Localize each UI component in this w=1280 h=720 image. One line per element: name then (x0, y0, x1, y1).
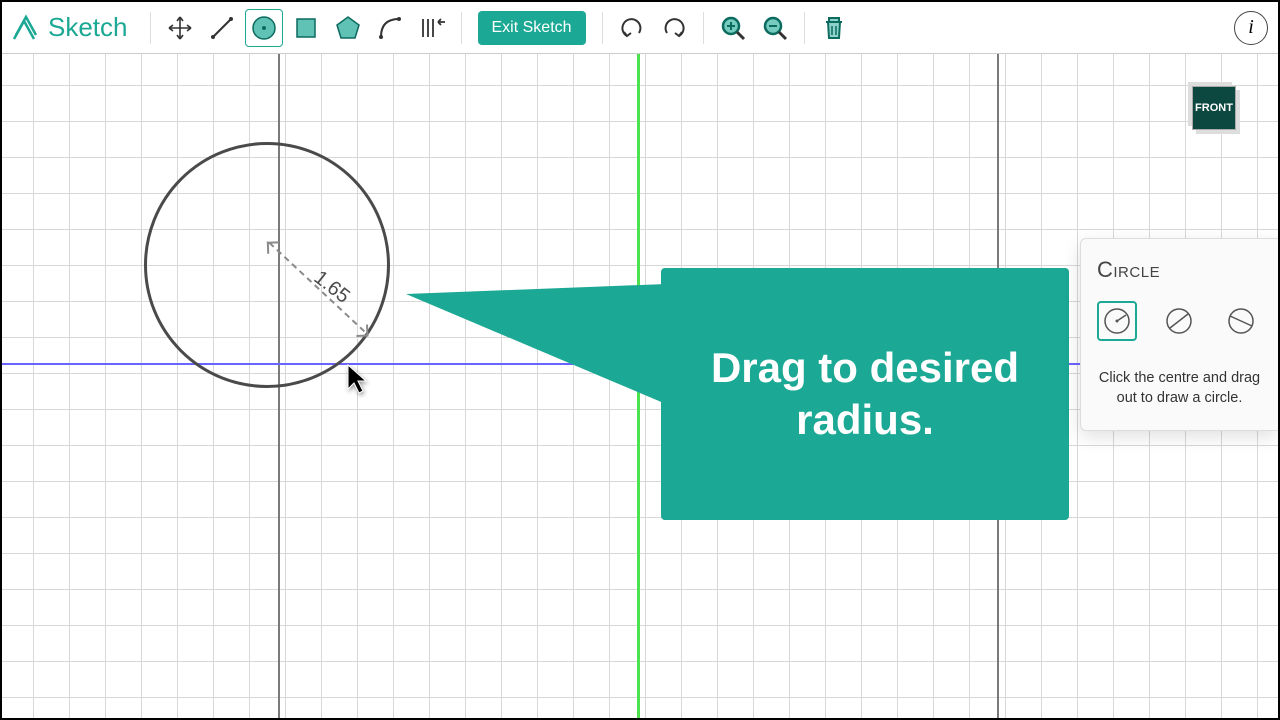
circle-2pt-icon (1164, 306, 1194, 336)
radius-value: 1.65 (309, 266, 354, 308)
sketch-canvas[interactable]: 1.65 FRONT Drag to desired radius. Circl… (2, 54, 1278, 718)
polygon-tool[interactable] (329, 9, 367, 47)
callout-text: Drag to desired radius. (685, 342, 1045, 447)
instruction-callout: Drag to desired radius. (661, 268, 1069, 520)
toolbar: Sketch (2, 2, 1278, 54)
zoom-out-icon (761, 14, 789, 42)
cursor-icon (346, 363, 372, 395)
circle-3pt-icon (1226, 306, 1256, 336)
polygon-icon (333, 13, 363, 43)
redo-icon (661, 15, 687, 41)
trash-icon (821, 15, 847, 41)
redo-button[interactable] (655, 9, 693, 47)
arc-tool[interactable] (371, 9, 409, 47)
rectangle-icon (291, 13, 321, 43)
panel-options (1097, 301, 1262, 341)
undo-button[interactable] (613, 9, 651, 47)
circle-tool[interactable] (245, 9, 283, 47)
divider (703, 12, 704, 44)
move-icon (167, 15, 193, 41)
panel-help-text: Click the centre and drag out to draw a … (1097, 369, 1262, 408)
divider (804, 12, 805, 44)
divider (150, 12, 151, 44)
divider (461, 12, 462, 44)
line-icon (209, 15, 235, 41)
info-button[interactable]: i (1234, 11, 1268, 45)
dimension-tool[interactable] (413, 9, 451, 47)
callout-tail (406, 284, 666, 404)
circle-tool-panel: Circle Click (1080, 238, 1278, 431)
circle-center-icon (1102, 306, 1132, 336)
zoom-in-icon (719, 14, 747, 42)
view-cube[interactable]: FRONT (1192, 86, 1236, 130)
rectangle-tool[interactable] (287, 9, 325, 47)
circle-option-2pt[interactable] (1159, 301, 1199, 341)
dimension-icon (419, 15, 445, 41)
circle-option-3pt[interactable] (1221, 301, 1261, 341)
exit-sketch-button[interactable]: Exit Sketch (478, 11, 586, 45)
panel-title: Circle (1097, 257, 1262, 283)
sketch-icon (12, 13, 42, 43)
move-tool[interactable] (161, 9, 199, 47)
delete-button[interactable] (815, 9, 853, 47)
radius-indicator: 1.65 (270, 242, 390, 362)
zoom-in-button[interactable] (714, 9, 752, 47)
circle-option-center-radius[interactable] (1097, 301, 1137, 341)
sketch-logo: Sketch (12, 12, 128, 43)
line-tool[interactable] (203, 9, 241, 47)
mode-label: Sketch (48, 12, 128, 43)
circle-icon (249, 13, 279, 43)
zoom-out-button[interactable] (756, 9, 794, 47)
divider (602, 12, 603, 44)
undo-icon (619, 15, 645, 41)
arc-icon (377, 15, 403, 41)
